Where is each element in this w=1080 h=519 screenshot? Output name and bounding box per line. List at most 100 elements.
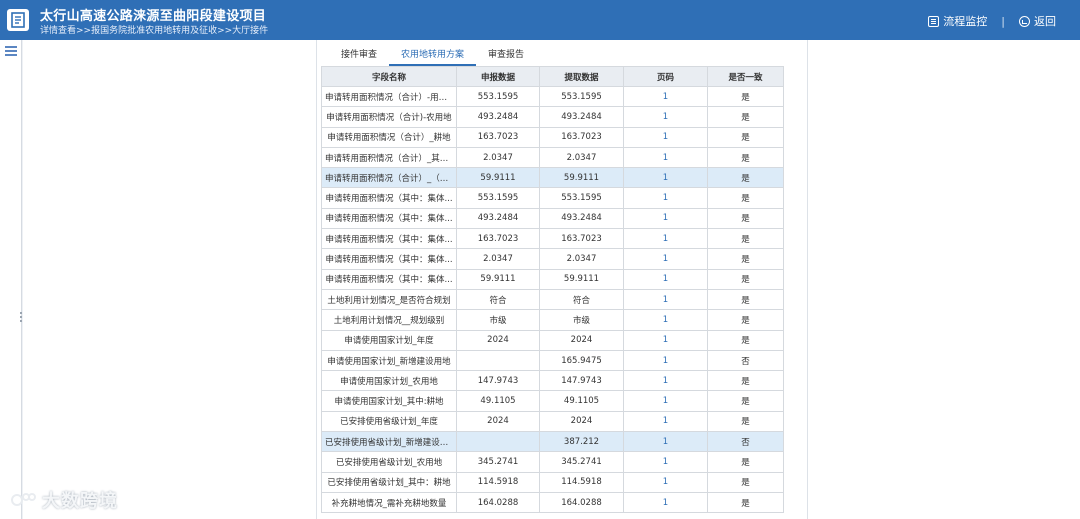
cell-field-name: 申请转用面积情况（合计）-用地...: [321, 85, 457, 108]
cell-consistent: 是: [707, 268, 784, 290]
cell-page-link[interactable]: 1: [623, 85, 708, 108]
col-header-consistent[interactable]: 是否一致: [707, 66, 784, 87]
cell-consistent: 是: [707, 370, 784, 392]
cell-page-link[interactable]: 1: [623, 268, 708, 290]
menu-icon[interactable]: [5, 46, 17, 56]
table-row[interactable]: 申请转用面积情况（合计）_耕地 163.7023 163.7023 1 是: [321, 126, 784, 148]
tab-land-conversion-plan[interactable]: 农用地转用方案: [389, 46, 477, 66]
col-header-declared[interactable]: 申报数据: [456, 66, 540, 87]
col-header-extracted[interactable]: 提取数据: [539, 66, 624, 87]
tab-intake-review[interactable]: 接件审查: [329, 46, 389, 66]
header-separator: |: [1001, 14, 1005, 28]
cell-page-link[interactable]: 1: [623, 106, 708, 128]
table-row[interactable]: 申请使用国家计划_其中:耕地 49.1105 49.1105 1 是: [321, 390, 784, 412]
cell-consistent: 是: [707, 146, 784, 169]
cell-field-name: 申请使用国家计划_其中:耕地: [321, 390, 457, 412]
table-row[interactable]: 申请转用面积情况（合计)-农用地 493.2484 493.2484 1 是: [321, 106, 784, 128]
table-row[interactable]: 申请转用面积情况（其中：集体... 553.1595 553.1595 1 是: [321, 187, 784, 209]
tab-bar: 接件审查 农用地转用方案 审查报告: [329, 46, 536, 66]
cell-extracted-value: 553.1595: [539, 187, 624, 209]
table-row[interactable]: 已安排使用省级计划_年度 2024 2024 1 是: [321, 410, 784, 433]
table-row[interactable]: 申请转用面积情况（合计）_其中... 2.0347 2.0347 1 是: [321, 146, 784, 169]
cell-consistent: 是: [707, 228, 784, 250]
breadcrumb[interactable]: 详情查看>>报国务院批准农用地转用及征收>>大厅接件: [40, 23, 268, 36]
cell-field-name: 申请转用面积情况（合计）_（二...: [321, 167, 457, 189]
cell-declared-value: 59.9111: [456, 167, 540, 189]
cell-extracted-value: 387.212: [539, 431, 624, 453]
table-row[interactable]: 申请转用面积情况（其中：集体... 493.2484 493.2484 1 是: [321, 207, 784, 230]
content-area: 接件审查 农用地转用方案 审查报告 字段名称 申报数据 提取数据 页码 是否一致…: [23, 40, 1080, 519]
cell-consistent: 是: [707, 329, 784, 351]
cell-field-name: 申请转用面积情况（其中：集体...: [321, 228, 457, 250]
cell-declared-value: 市级: [456, 309, 540, 331]
review-panel: 接件审查 农用地转用方案 审查报告 字段名称 申报数据 提取数据 页码 是否一致…: [316, 40, 808, 519]
cell-page-link[interactable]: 1: [623, 390, 708, 412]
cell-page-link[interactable]: 1: [623, 349, 708, 372]
table-row[interactable]: 申请使用国家计划_新增建设用地 165.9475 1 否: [321, 349, 784, 372]
cell-field-name: 申请转用面积情况（其中：集体...: [321, 187, 457, 209]
cell-page-link[interactable]: 1: [623, 207, 708, 230]
cell-page-link[interactable]: 1: [623, 309, 708, 331]
cell-extracted-value: 163.7023: [539, 126, 624, 148]
table-row[interactable]: 申请使用国家计划_农用地 147.9743 147.9743 1 是: [321, 370, 784, 392]
cell-page-link[interactable]: 1: [623, 431, 708, 453]
cell-page-link[interactable]: 1: [623, 288, 708, 311]
cell-page-link[interactable]: 1: [623, 491, 708, 514]
cell-field-name: 申请转用面积情况（合计)-农用地: [321, 106, 457, 128]
cell-field-name: 申请使用国家计划_新增建设用地: [321, 349, 457, 372]
watermark-text: 大数跨境: [42, 491, 118, 512]
cell-consistent: 是: [707, 390, 784, 412]
cell-page-link[interactable]: 1: [623, 451, 708, 473]
cell-declared-value: 164.0288: [456, 491, 540, 514]
cell-page-link[interactable]: 1: [623, 248, 708, 270]
cell-extracted-value: 345.2741: [539, 451, 624, 473]
cell-consistent: 是: [707, 248, 784, 270]
table-row[interactable]: 申请转用面积情况（合计）-用地... 553.1595 553.1595 1 是: [321, 85, 784, 108]
table-row[interactable]: 申请转用面积情况（其中：集体... 163.7023 163.7023 1 是: [321, 228, 784, 250]
cell-extracted-value: 符合: [539, 288, 624, 311]
cell-extracted-value: 2024: [539, 329, 624, 351]
table-row[interactable]: 已安排使用省级计划_其中：耕地 114.5918 114.5918 1 是: [321, 471, 784, 493]
cell-consistent: 是: [707, 410, 784, 433]
header-actions: 流程监控 | 返回: [928, 13, 1056, 29]
process-monitor-button[interactable]: 流程监控: [928, 13, 987, 29]
cell-extracted-value: 165.9475: [539, 349, 624, 372]
cell-field-name: 补充耕地情况_需补充耕地数量: [321, 491, 457, 514]
cell-page-link[interactable]: 1: [623, 146, 708, 169]
col-header-field[interactable]: 字段名称: [321, 66, 457, 87]
cell-field-name: 已安排使用省级计划_农用地: [321, 451, 457, 473]
cell-declared-value: [456, 349, 540, 372]
table-row[interactable]: 申请转用面积情况（合计）_（二... 59.9111 59.9111 1 是: [321, 167, 784, 189]
back-button[interactable]: 返回: [1019, 13, 1056, 29]
cell-page-link[interactable]: 1: [623, 167, 708, 189]
tab-review-report[interactable]: 审查报告: [476, 46, 536, 66]
cell-page-link[interactable]: 1: [623, 187, 708, 209]
table-row[interactable]: 申请使用国家计划_年度 2024 2024 1 是: [321, 329, 784, 351]
cell-declared-value: 163.7023: [456, 126, 540, 148]
table-row[interactable]: 申请转用面积情况（其中：集体... 59.9111 59.9111 1 是: [321, 268, 784, 290]
cell-extracted-value: 147.9743: [539, 370, 624, 392]
col-header-page[interactable]: 页码: [623, 66, 708, 87]
cell-consistent: 是: [707, 288, 784, 311]
cell-consistent: 是: [707, 106, 784, 128]
cell-declared-value: 2024: [456, 410, 540, 433]
cell-declared-value: [456, 431, 540, 453]
cell-page-link[interactable]: 1: [623, 126, 708, 148]
table-header-row: 字段名称 申报数据 提取数据 页码 是否一致: [321, 66, 784, 87]
table-row[interactable]: 土地利用计划情况_是否符合规划 符合 符合 1 是: [321, 288, 784, 311]
cell-page-link[interactable]: 1: [623, 228, 708, 250]
cell-page-link[interactable]: 1: [623, 471, 708, 493]
table-row[interactable]: 已安排使用省级计划_农用地 345.2741 345.2741 1 是: [321, 451, 784, 473]
cell-declared-value: 147.9743: [456, 370, 540, 392]
cell-extracted-value: 59.9111: [539, 167, 624, 189]
cell-page-link[interactable]: 1: [623, 410, 708, 433]
table-row[interactable]: 已安排使用省级计划_新增建设用... 387.212 1 否: [321, 431, 784, 453]
table-row[interactable]: 土地利用计划情况__规划级别 市级 市级 1 是: [321, 309, 784, 331]
table-row[interactable]: 补充耕地情况_需补充耕地数量 164.0288 164.0288 1 是: [321, 491, 784, 514]
cell-extracted-value: 164.0288: [539, 491, 624, 514]
cell-page-link[interactable]: 1: [623, 329, 708, 351]
table-row[interactable]: 申请转用面积情况（其中：集体... 2.0347 2.0347 1 是: [321, 248, 784, 270]
cell-extracted-value: 市级: [539, 309, 624, 331]
cell-extracted-value: 493.2484: [539, 207, 624, 230]
cell-page-link[interactable]: 1: [623, 370, 708, 392]
